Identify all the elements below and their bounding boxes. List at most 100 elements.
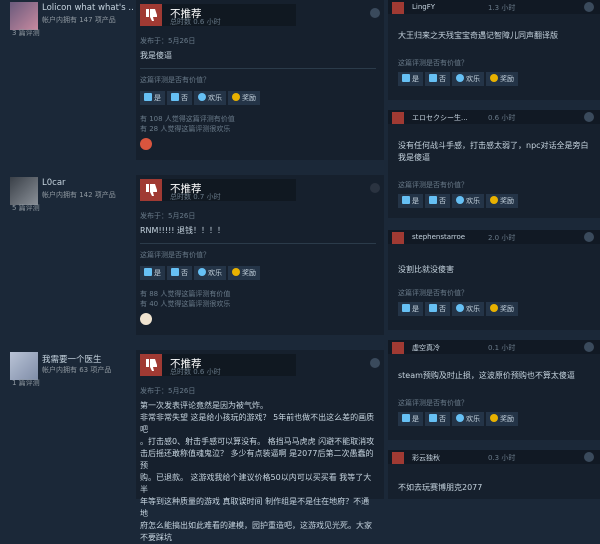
reviewer-name[interactable]: エロセクシー生... (412, 113, 468, 123)
products-owned: 帐户内拥有 142 项产品 (42, 191, 116, 199)
award-emoji-icon[interactable] (140, 138, 152, 150)
vote-buttons: 是 否 欢乐 奖励 (140, 91, 262, 105)
reviewer-name[interactable]: 我需要一个医生 (42, 353, 134, 365)
review-count[interactable]: 3 篇评测 (12, 28, 40, 38)
thumbs-down-icon (392, 2, 404, 14)
button-label: 是 (412, 75, 419, 83)
helpful-no-button[interactable]: 否 (425, 72, 450, 86)
review-text: 没割比就没傻害 (398, 265, 454, 274)
thumbs-up-icon (402, 74, 410, 82)
review-text-line: 府怎么能搞出如此难看的建模，园护重造吧，这游戏见光死。大家 (140, 521, 372, 530)
funny-button[interactable]: 欢乐 (452, 72, 484, 86)
avatar[interactable] (10, 352, 38, 380)
hours-played: 总时数 0.6 小时 (170, 368, 221, 376)
smiley-icon (198, 93, 206, 101)
button-label: 欢乐 (208, 269, 222, 277)
vote-buttons: 是 否 欢乐 奖励 (140, 266, 262, 280)
button-label: 欢乐 (466, 305, 480, 313)
button-label: 欢乐 (466, 75, 480, 83)
helpful-yes-button[interactable]: 是 (398, 302, 423, 316)
award-emoji-icon[interactable] (140, 313, 152, 325)
helpful-no-button[interactable]: 否 (167, 266, 192, 280)
funny-button[interactable]: 欢乐 (194, 266, 226, 280)
reviewer-name[interactable]: 虚空真冷 (412, 343, 440, 353)
helpful-question: 这篇评测是否有价值？ (398, 399, 468, 407)
funny-button[interactable]: 欢乐 (194, 91, 226, 105)
thumbs-down-icon (429, 414, 437, 422)
review-text: 不如去玩赛博朋克2077 (398, 483, 483, 492)
thumbs-up-icon (402, 304, 410, 312)
reviewer-name[interactable]: LingFY (412, 3, 435, 11)
smiley-icon (456, 74, 464, 82)
thumbs-down-icon (140, 179, 162, 201)
funny-count: 有 40 人觉得这篇评测很欢乐 (140, 300, 231, 308)
side-review-header[interactable]: 彩云独秋 0.3 小时 (388, 450, 600, 464)
helpful-yes-button[interactable]: 是 (398, 72, 423, 86)
helpful-yes-button[interactable]: 是 (140, 91, 165, 105)
side-review-header[interactable]: stephenstarroe 2.0 小时 (388, 230, 600, 244)
award-button[interactable]: 奖励 (486, 72, 518, 86)
reviewer-name[interactable]: stephenstarroe (412, 233, 465, 241)
review-list: Lolicon what what's ... 帐户内拥有 147 项产品 3 … (0, 0, 384, 542)
side-review-header[interactable]: 虚空真冷 0.1 小时 (388, 340, 600, 354)
review-count[interactable]: 1 篇评测 (12, 378, 40, 388)
review-item: L0car 帐户内拥有 142 项产品 5 篇评测 不推荐 总时数 0.7 小时… (0, 175, 384, 335)
award-button[interactable]: 奖励 (486, 194, 518, 208)
avatar[interactable] (10, 177, 38, 205)
review-card: 不推荐 总时数 0.6 小时 发布于：5月26日 第一次发表评论竟然是因为被气炸… (136, 350, 384, 542)
button-label: 否 (439, 305, 446, 313)
thumbs-up-icon (402, 414, 410, 422)
review-text-line: 击后摇还敢称值魂鬼泣？ 多少有点装逼啊 是2077后第二次愚蠢的预 (140, 449, 374, 470)
award-button[interactable]: 奖励 (228, 266, 260, 280)
helpful-yes-button[interactable]: 是 (398, 194, 423, 208)
review-card: 不推荐 总时数 0.6 小时 发布于：5月26日 我是傻逼 这篇评测是否有价值？… (136, 0, 384, 160)
funny-count: 有 28 人觉得这篇评测很欢乐 (140, 125, 231, 133)
reviewer-name[interactable]: L0car (42, 178, 134, 188)
vote-header[interactable]: 不推荐 总时数 0.7 小时 (140, 179, 296, 201)
vote-header[interactable]: 不推荐 总时数 0.6 小时 (140, 354, 296, 376)
thumbs-down-icon (429, 74, 437, 82)
hours-played: 2.0 小时 (488, 234, 516, 242)
helpful-no-button[interactable]: 否 (167, 91, 192, 105)
side-review-item: LingFY 1.3 小时 大王归来之天残宝宝奇遇记智障儿同声翻译版 这篇评测是… (388, 0, 600, 100)
award-button[interactable]: 奖励 (486, 302, 518, 316)
review-count[interactable]: 5 篇评测 (12, 203, 40, 213)
button-label: 欢乐 (466, 197, 480, 205)
side-review-header[interactable]: エロセクシー生... 0.6 小时 (388, 110, 600, 124)
button-label: 否 (439, 415, 446, 423)
review-text-line: 不要踩坑 (140, 533, 172, 542)
review-text: 没有任何战斗手感，打击感太弱了，npc对话全是旁白我是傻逼 (398, 141, 589, 162)
side-review-header[interactable]: LingFY 1.3 小时 (388, 0, 600, 14)
review-text-line: 第一次发表评论竟然是因为被气炸。 (140, 401, 268, 410)
award-button[interactable]: 奖励 (486, 412, 518, 426)
divider (140, 68, 376, 69)
review-text-line: 。打击感0、射击手感可以算没有。 格挡马马虎虎 闪避不能取消攻 (140, 437, 375, 446)
reviewer-name[interactable]: Lolicon what what's ... (42, 3, 134, 13)
helpful-yes-button[interactable]: 是 (140, 266, 165, 280)
funny-button[interactable]: 欢乐 (452, 302, 484, 316)
review-text: RNM!!!!! 退钱！！！！ (140, 226, 226, 235)
funny-button[interactable]: 欢乐 (452, 412, 484, 426)
helpful-question: 这篇评测是否有价值？ (140, 251, 210, 259)
helpful-no-button[interactable]: 否 (425, 412, 450, 426)
button-label: 是 (154, 269, 161, 277)
award-button[interactable]: 奖励 (228, 91, 260, 105)
hours-played: 总时数 0.7 小时 (170, 193, 221, 201)
vote-buttons: 是 否 欢乐 奖励 (398, 412, 520, 426)
hours-played: 1.3 小时 (488, 4, 516, 12)
hours-played: 0.6 小时 (488, 114, 516, 122)
side-review-item: 虚空真冷 0.1 小时 steam预购及时止损，这波原价预购也不算太傻逼 这篇评… (388, 340, 600, 440)
steam-icon (584, 112, 594, 122)
funny-button[interactable]: 欢乐 (452, 194, 484, 208)
side-review-item: エロセクシー生... 0.6 小时 没有任何战斗手感，打击感太弱了，npc对话全… (388, 110, 600, 218)
avatar[interactable] (10, 2, 38, 30)
helpful-yes-button[interactable]: 是 (398, 412, 423, 426)
vote-header[interactable]: 不推荐 总时数 0.6 小时 (140, 4, 296, 26)
helpful-no-button[interactable]: 否 (425, 302, 450, 316)
button-label: 奖励 (500, 197, 514, 205)
button-label: 否 (439, 197, 446, 205)
reviewer-name[interactable]: 彩云独秋 (412, 453, 440, 463)
helpful-no-button[interactable]: 否 (425, 194, 450, 208)
vote-buttons: 是 否 欢乐 奖励 (398, 72, 520, 86)
steam-icon (584, 2, 594, 12)
